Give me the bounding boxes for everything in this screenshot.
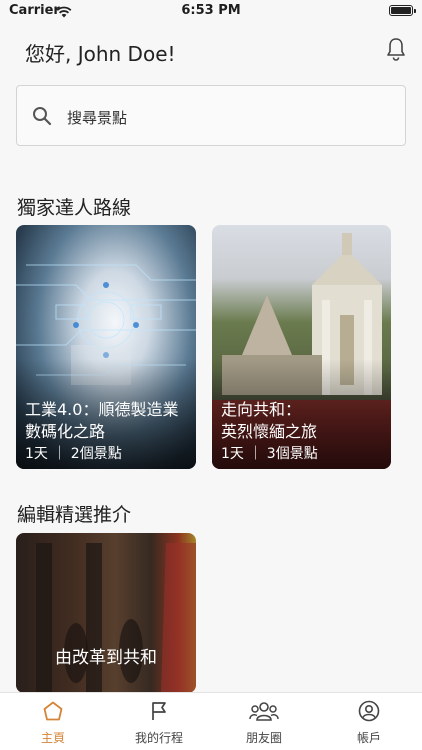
route-card-title-line: 走向共和： — [221, 400, 302, 419]
tab-account[interactable]: 帳戶 — [316, 693, 422, 750]
battery-icon — [389, 5, 416, 16]
account-icon — [316, 700, 422, 726]
clock-label: 6:53 PM — [181, 3, 241, 18]
editor-pick-card[interactable]: 由改革到共和 — [16, 533, 196, 693]
route-card-meta: 1天 ｜ 2個景點 — [25, 446, 122, 462]
route-card-industry[interactable]: 工業4.0：順德製造業 數碼化之路 1天 ｜ 2個景點 — [16, 225, 196, 469]
route-card-title-line: 數碼化之路 — [25, 422, 106, 441]
friends-icon — [211, 700, 317, 726]
greeting-title: 您好, John Doe! — [25, 42, 176, 66]
tab-label: 我的行程 — [134, 731, 183, 745]
section-title-editor-picks: 編輯精選推介 — [17, 504, 132, 526]
tab-bar: 主頁 我的行程 朋友圈 帳戶 — [0, 692, 422, 750]
route-card-title-line: 工業4.0：順德製造業 — [25, 400, 179, 419]
route-card-meta: 1天 ｜ 3個景點 — [221, 446, 318, 462]
route-card-title: 走向共和： 英烈懷緬之旅 — [221, 399, 383, 443]
search-input[interactable]: 搜尋景點 — [16, 85, 406, 146]
tab-label: 主頁 — [40, 731, 65, 745]
search-placeholder: 搜尋景點 — [67, 109, 128, 127]
tab-label: 朋友圈 — [245, 731, 282, 745]
route-card-title: 工業4.0：順德製造業 數碼化之路 — [25, 399, 188, 443]
route-card-republic[interactable]: 走向共和： 英烈懷緬之旅 1天 ｜ 3個景點 — [212, 225, 391, 469]
flag-icon — [106, 700, 212, 726]
route-card-title-line: 英烈懷緬之旅 — [221, 422, 318, 441]
bell-icon[interactable] — [385, 36, 407, 66]
editor-pick-title: 由改革到共和 — [55, 648, 157, 668]
tab-friends[interactable]: 朋友圈 — [211, 693, 317, 750]
tab-label: 帳戶 — [356, 731, 381, 745]
home-icon — [0, 700, 106, 726]
tab-home[interactable]: 主頁 — [0, 693, 106, 750]
status-bar: Carrier 6:53 PM — [0, 0, 422, 22]
section-title-expert-routes: 獨家達人路線 — [17, 197, 132, 219]
tab-my-itinerary[interactable]: 我的行程 — [106, 693, 212, 750]
search-icon — [32, 106, 52, 130]
